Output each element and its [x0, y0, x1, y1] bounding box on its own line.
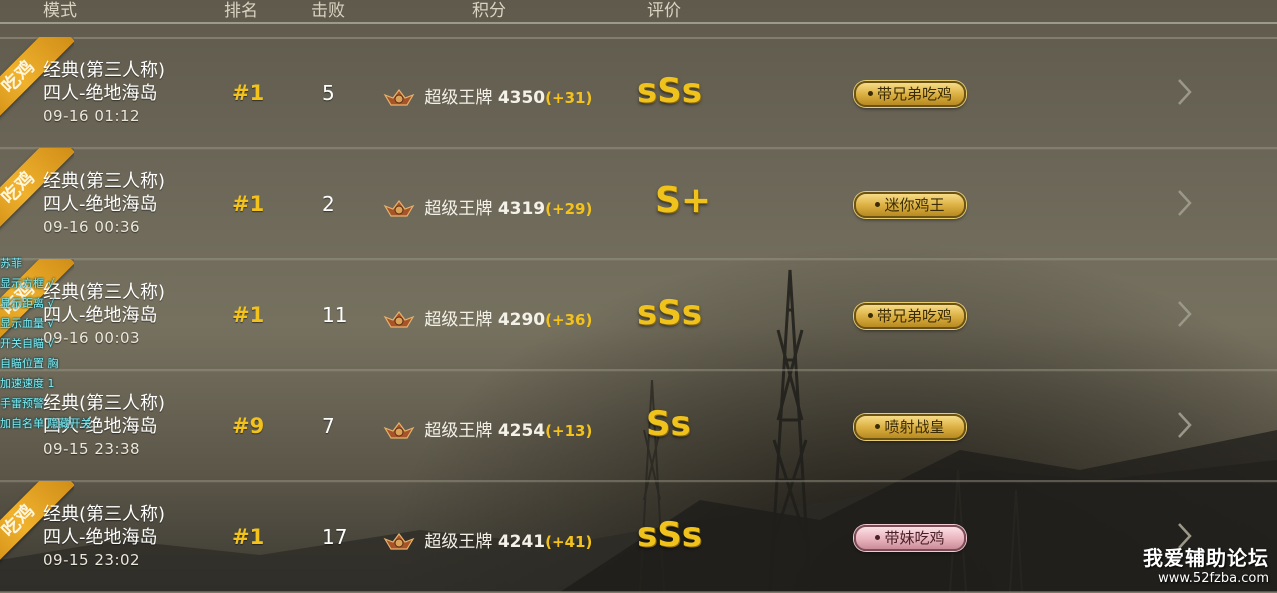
tier-label: 超级王牌: [424, 88, 493, 108]
score-delta: (+29): [545, 200, 593, 218]
grade-badge: sSs: [637, 71, 702, 111]
match-row[interactable]: 吃鸡 经典(第三人称) 四人-绝地海岛 09-15 23:02 #1 17 超级…: [0, 481, 1277, 593]
chevron-right-icon[interactable]: [1176, 410, 1194, 440]
header-rating: 评价: [647, 1, 681, 21]
score-cell: 超级王牌 4319(+29): [383, 194, 592, 220]
table-header: 模式 排名 击败 积分 评价: [0, 0, 1277, 22]
match-info: 经典(第三人称) 四人-绝地海岛 09-16 00:03: [43, 281, 165, 350]
header-kills: 击败: [311, 1, 345, 21]
chevron-right-icon[interactable]: [1176, 77, 1194, 107]
match-info: 经典(第三人称) 四人-绝地海岛 09-15 23:02: [43, 503, 165, 572]
header-score: 积分: [472, 1, 506, 21]
kills-value: 2: [322, 192, 335, 216]
rank-value: #1: [232, 192, 265, 216]
ribbon-label: 吃鸡: [0, 166, 40, 209]
mode-label: 经典(第三人称): [43, 282, 166, 303]
kills-value: 5: [322, 81, 335, 105]
match-info: 经典(第三人称) 四人-绝地海岛 09-16 00:36: [43, 170, 165, 239]
match-row[interactable]: 吃鸡 经典(第三人称) 四人-绝地海岛 09-16 01:12 #1 5 超级王…: [0, 37, 1277, 149]
tier-label: 超级王牌: [424, 532, 493, 552]
title-tag: 带妹吃鸡: [854, 525, 966, 551]
title-tag: 带兄弟吃鸡: [854, 81, 966, 107]
rank-value: #1: [232, 303, 265, 327]
grade-badge: S+: [655, 180, 712, 221]
ribbon-label: 吃鸡: [0, 55, 40, 98]
tier-label: 超级王牌: [424, 199, 493, 219]
match-row[interactable]: 吃鸡 经典(第三人称) 四人-绝地海岛 09-16 00:03 #1 11 超级…: [0, 259, 1277, 371]
score-cell: 超级王牌 4241(+41): [383, 527, 592, 553]
rank-value: #1: [232, 81, 265, 105]
header-mode: 模式: [43, 1, 77, 21]
title-tag-label: 喷射战皇: [884, 418, 945, 436]
grade-badge: sSs: [637, 515, 702, 555]
score-value: 4290: [497, 310, 546, 330]
ace-emblem-icon: [383, 200, 415, 217]
watermark-title: 我爱辅助论坛: [1143, 546, 1269, 570]
mode-label: 经典(第三人称): [43, 393, 166, 414]
match-date: 09-16 01:12: [43, 107, 141, 125]
chevron-right-icon[interactable]: [1176, 188, 1194, 218]
rank-value: #1: [232, 525, 265, 549]
map-label: 四人-绝地海岛: [43, 83, 158, 104]
kills-value: 7: [322, 414, 335, 438]
ace-emblem-icon: [383, 311, 415, 328]
score-cell: 超级王牌 4290(+36): [383, 305, 592, 331]
tier-label: 超级王牌: [424, 310, 493, 330]
match-date: 09-16 00:03: [43, 329, 141, 347]
title-tag: 带兄弟吃鸡: [854, 303, 966, 329]
score-value: 4241: [497, 532, 546, 552]
match-row[interactable]: 吃鸡 经典(第三人称) 四人-绝地海岛 09-16 00:36 #1 2 超级王…: [0, 148, 1277, 260]
watermark-url: www.52fzba.com: [1158, 571, 1269, 586]
rank-value: #9: [232, 414, 265, 438]
score-delta: (+36): [545, 311, 593, 329]
ace-emblem-icon: [383, 89, 415, 106]
score-delta: (+41): [545, 533, 593, 551]
match-row[interactable]: 经典(第三人称) 四人-绝地海岛 09-15 23:38 #9 7 超级王牌 4…: [0, 371, 1277, 482]
title-tag-label: 带兄弟吃鸡: [876, 307, 952, 325]
title-tag: 喷射战皇: [854, 414, 966, 440]
ribbon-label: 吃鸡: [0, 499, 40, 542]
header-divider: [0, 22, 1277, 24]
score-delta: (+31): [545, 89, 593, 107]
mode-label: 经典(第三人称): [43, 60, 166, 81]
header-rank: 排名: [224, 1, 258, 21]
tier-label: 超级王牌: [424, 421, 493, 441]
match-date: 09-15 23:38: [43, 440, 141, 458]
ribbon-label: 吃鸡: [0, 277, 40, 320]
map-label: 四人-绝地海岛: [43, 527, 158, 548]
chevron-right-icon[interactable]: [1176, 299, 1194, 329]
match-info: 经典(第三人称) 四人-绝地海岛 09-16 01:12: [43, 59, 165, 128]
score-cell: 超级王牌 4350(+31): [383, 83, 592, 109]
grade-badge: Ss: [646, 404, 691, 444]
ace-emblem-icon: [383, 533, 415, 550]
score-delta: (+13): [545, 422, 593, 440]
site-watermark: 我爱辅助论坛 www.52fzba.com: [1143, 542, 1269, 586]
title-tag-label: 迷你鸡王: [884, 196, 945, 214]
title-tag-label: 带妹吃鸡: [884, 529, 945, 547]
map-label: 四人-绝地海岛: [43, 305, 158, 326]
kills-value: 17: [322, 525, 348, 549]
grade-badge: sSs: [637, 293, 702, 333]
title-tag: 迷你鸡王: [854, 192, 966, 218]
ace-emblem-icon: [383, 422, 415, 439]
score-cell: 超级王牌 4254(+13): [383, 416, 592, 442]
score-value: 4319: [497, 199, 546, 219]
mode-label: 经典(第三人称): [43, 171, 166, 192]
map-label: 四人-绝地海岛: [43, 416, 158, 437]
score-value: 4254: [497, 421, 546, 441]
match-history-list: 吃鸡 经典(第三人称) 四人-绝地海岛 09-16 01:12 #1 5 超级王…: [0, 37, 1277, 593]
title-tag-label: 带兄弟吃鸡: [876, 85, 952, 103]
match-date: 09-16 00:36: [43, 218, 141, 236]
match-info: 经典(第三人称) 四人-绝地海岛 09-15 23:38: [43, 392, 165, 461]
kills-value: 11: [322, 303, 348, 327]
match-date: 09-15 23:02: [43, 551, 141, 569]
mode-label: 经典(第三人称): [43, 504, 166, 525]
map-label: 四人-绝地海岛: [43, 194, 158, 215]
score-value: 4350: [497, 88, 546, 108]
